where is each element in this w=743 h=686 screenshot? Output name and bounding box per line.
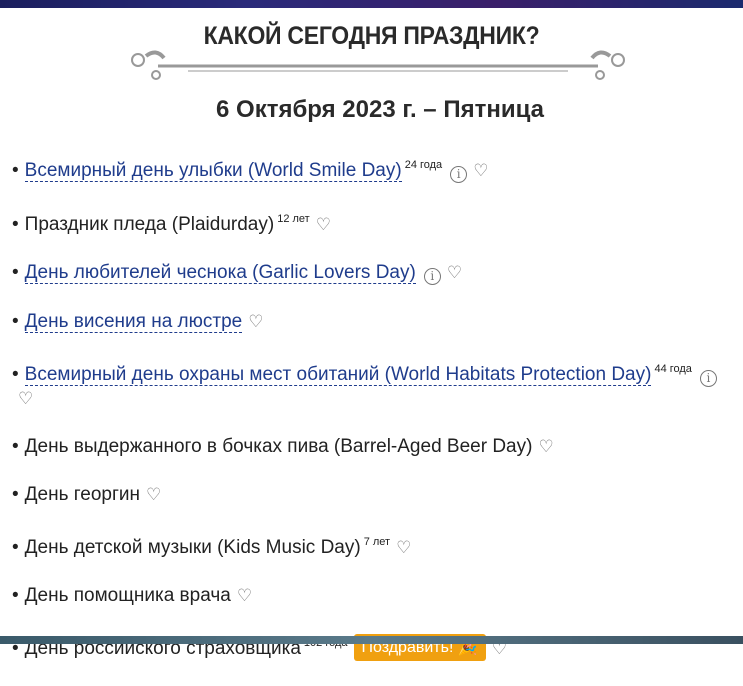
holiday-item: • День детской музыки (Kids Music Day) 7 л…: [12, 531, 737, 559]
heart-icon[interactable]: ♡: [473, 159, 488, 182]
holiday-name: День георгин: [24, 484, 141, 505]
heart-icon[interactable]: ♡: [316, 213, 331, 236]
holiday-item: • Всемирный день улыбки (World Smile Day)…: [12, 154, 737, 183]
bullet: •: [12, 160, 19, 181]
bullet: •: [12, 484, 19, 505]
page-title: КАКОЙ СЕГОДНЯ ПРАЗДНИК?: [203, 22, 540, 50]
holiday-link[interactable]: День висения на люстре: [24, 311, 243, 333]
holiday-item: • День любителей чеснока (Garlic Lovers D…: [12, 261, 737, 285]
holiday-item: • День георгин ♡: [12, 483, 737, 506]
top-banner: [0, 0, 743, 8]
holiday-list: • Всемирный день улыбки (World Smile Day)…: [12, 154, 737, 686]
holiday-age: 24 года: [404, 159, 443, 171]
holiday-age: 7 лет: [363, 536, 391, 548]
holiday-name: День помощника врача: [24, 585, 231, 606]
info-icon[interactable]: i: [423, 268, 441, 285]
holiday-link[interactable]: Всемирный день улыбки (World Smile Day): [24, 160, 402, 182]
heart-icon[interactable]: ♡: [146, 483, 161, 506]
holiday-name: Праздник пледа (Plaidurday): [24, 214, 275, 235]
holiday-name: День детской музыки (Kids Music Day): [24, 537, 361, 558]
date-heading: 6 Октября 2023 г. – Пятница: [216, 96, 544, 123]
holiday-item: • Всемирный день охраны мест обитаний (Wo…: [12, 358, 737, 410]
info-icon[interactable]: i: [450, 166, 468, 183]
holiday-item: • День выдержанного в бочках пива (Barrel…: [12, 435, 737, 458]
holiday-item: • День помощника врача ♡: [12, 584, 737, 607]
bullet: •: [12, 311, 19, 332]
bullet: •: [12, 436, 19, 457]
bullet: •: [12, 537, 19, 558]
heart-icon[interactable]: ♡: [538, 435, 553, 458]
holiday-item: • Праздник пледа (Plaidurday) 12 лет ♡: [12, 208, 737, 236]
bullet: •: [12, 364, 19, 385]
heart-icon[interactable]: ♡: [396, 536, 411, 559]
holiday-item: • День висения на люстре ♡: [12, 310, 737, 333]
bottom-banner: [0, 636, 743, 644]
holiday-age: 44 года: [654, 363, 692, 375]
heart-icon[interactable]: ♡: [18, 387, 33, 410]
ornament-divider-icon: [131, 50, 625, 80]
bullet: •: [12, 262, 19, 283]
bullet: •: [12, 585, 19, 606]
heart-icon[interactable]: ♡: [237, 584, 252, 607]
heart-icon[interactable]: ♡: [447, 261, 462, 284]
holiday-age: 12 лет: [277, 213, 310, 225]
heart-icon[interactable]: ♡: [248, 310, 263, 333]
holiday-name: День выдержанного в бочках пива (Barrel-…: [24, 436, 533, 457]
bullet: •: [12, 214, 19, 235]
holiday-link[interactable]: День любителей чеснока (Garlic Lovers Da…: [24, 262, 416, 284]
holiday-link[interactable]: Всемирный день охраны мест обитаний (Wor…: [24, 364, 652, 386]
info-icon[interactable]: i: [699, 370, 717, 387]
